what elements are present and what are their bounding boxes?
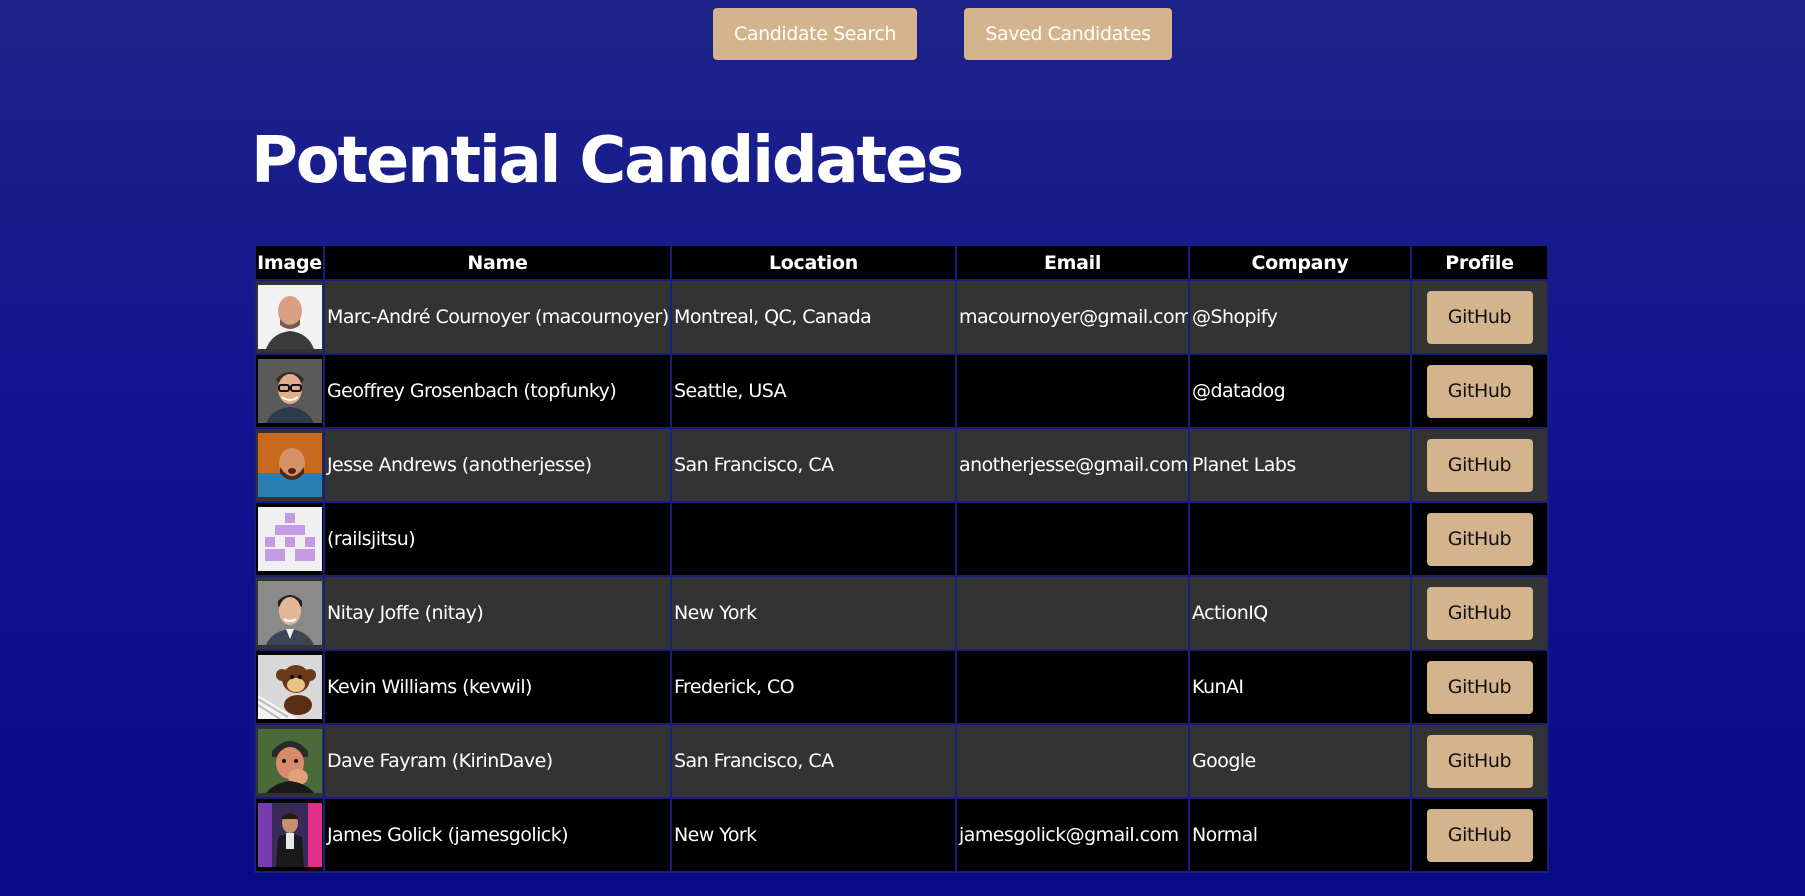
candidate-company: Google <box>1188 723 1412 799</box>
avatar <box>258 729 322 793</box>
avatar-cell <box>254 427 325 503</box>
candidate-email: macournoyer@gmail.com <box>955 279 1190 355</box>
profile-cell: GitHub <box>1410 649 1549 725</box>
candidate-name: Jesse Andrews (anotherjesse) <box>323 427 672 503</box>
candidate-company: @datadog <box>1188 353 1412 429</box>
avatar-cell <box>254 797 325 873</box>
candidate-company: Planet Labs <box>1188 427 1412 503</box>
top-nav: Candidate Search Saved Candidates <box>0 8 1805 60</box>
candidate-name: Nitay Joffe (nitay) <box>323 575 672 651</box>
candidate-name: Marc-André Cournoyer (macournoyer) <box>323 279 672 355</box>
page-title: Potential Candidates <box>251 124 964 198</box>
candidate-name: Kevin Williams (kevwil) <box>323 649 672 725</box>
avatar <box>258 285 322 349</box>
table-header-row: Image Name Location Email Company Profil… <box>254 244 1549 281</box>
avatar <box>258 581 322 645</box>
profile-cell: GitHub <box>1410 501 1549 577</box>
candidate-name: Geoffrey Grosenbach (topfunky) <box>323 353 672 429</box>
candidate-email <box>955 649 1190 725</box>
table-row: Nitay Joffe (nitay) New York ActionIQ Gi… <box>254 575 1549 651</box>
github-profile-button[interactable]: GitHub <box>1426 512 1533 566</box>
avatar <box>258 803 322 867</box>
candidate-company: KunAI <box>1188 649 1412 725</box>
candidate-location: New York <box>670 797 957 873</box>
candidate-email <box>955 723 1190 799</box>
github-profile-button[interactable]: GitHub <box>1426 660 1533 714</box>
profile-cell: GitHub <box>1410 575 1549 651</box>
github-profile-button[interactable]: GitHub <box>1426 290 1533 344</box>
candidate-email: jamesgolick@gmail.com <box>955 797 1190 873</box>
candidate-name: Dave Fayram (KirinDave) <box>323 723 672 799</box>
column-header-location: Location <box>670 244 957 281</box>
candidate-email <box>955 501 1190 577</box>
table-row: James Golick (jamesgolick) New York jame… <box>254 797 1549 873</box>
candidate-search-button[interactable]: Candidate Search <box>713 8 917 60</box>
avatar-cell <box>254 723 325 799</box>
profile-cell: GitHub <box>1410 797 1549 873</box>
candidate-email <box>955 575 1190 651</box>
table-row: Marc-André Cournoyer (macournoyer) Montr… <box>254 279 1549 355</box>
candidate-location: San Francisco, CA <box>670 723 957 799</box>
candidate-location: San Francisco, CA <box>670 427 957 503</box>
candidate-company <box>1188 501 1412 577</box>
identicon-avatar <box>258 507 322 571</box>
candidate-name: (railsjitsu) <box>323 501 672 577</box>
candidate-company: ActionIQ <box>1188 575 1412 651</box>
candidates-table: Image Name Location Email Company Profil… <box>254 244 1549 873</box>
profile-cell: GitHub <box>1410 723 1549 799</box>
profile-cell: GitHub <box>1410 427 1549 503</box>
avatar-cell <box>254 353 325 429</box>
candidate-location: New York <box>670 575 957 651</box>
candidate-location: Montreal, QC, Canada <box>670 279 957 355</box>
table-row: Kevin Williams (kevwil) Frederick, CO Ku… <box>254 649 1549 725</box>
column-header-email: Email <box>955 244 1190 281</box>
table-row: (railsjitsu) GitHub <box>254 501 1549 577</box>
avatar <box>258 655 322 719</box>
github-profile-button[interactable]: GitHub <box>1426 438 1533 492</box>
saved-candidates-button[interactable]: Saved Candidates <box>964 8 1172 60</box>
avatar-cell <box>254 279 325 355</box>
candidate-company: @Shopify <box>1188 279 1412 355</box>
candidate-email: anotherjesse@gmail.com <box>955 427 1190 503</box>
column-header-name: Name <box>323 244 672 281</box>
profile-cell: GitHub <box>1410 353 1549 429</box>
candidate-email <box>955 353 1190 429</box>
github-profile-button[interactable]: GitHub <box>1426 734 1533 788</box>
column-header-image: Image <box>254 244 325 281</box>
candidate-location: Frederick, CO <box>670 649 957 725</box>
candidate-location: Seattle, USA <box>670 353 957 429</box>
table-row: Dave Fayram (KirinDave) San Francisco, C… <box>254 723 1549 799</box>
profile-cell: GitHub <box>1410 279 1549 355</box>
candidate-location <box>670 501 957 577</box>
github-profile-button[interactable]: GitHub <box>1426 808 1533 862</box>
candidate-name: James Golick (jamesgolick) <box>323 797 672 873</box>
column-header-profile: Profile <box>1410 244 1549 281</box>
github-profile-button[interactable]: GitHub <box>1426 586 1533 640</box>
table-row: Jesse Andrews (anotherjesse) San Francis… <box>254 427 1549 503</box>
column-header-company: Company <box>1188 244 1412 281</box>
avatar-cell <box>254 501 325 577</box>
candidate-company: Normal <box>1188 797 1412 873</box>
avatar-cell <box>254 575 325 651</box>
avatar-cell <box>254 649 325 725</box>
table-row: Geoffrey Grosenbach (topfunky) Seattle, … <box>254 353 1549 429</box>
avatar <box>258 359 322 423</box>
github-profile-button[interactable]: GitHub <box>1426 364 1533 418</box>
avatar <box>258 433 322 497</box>
